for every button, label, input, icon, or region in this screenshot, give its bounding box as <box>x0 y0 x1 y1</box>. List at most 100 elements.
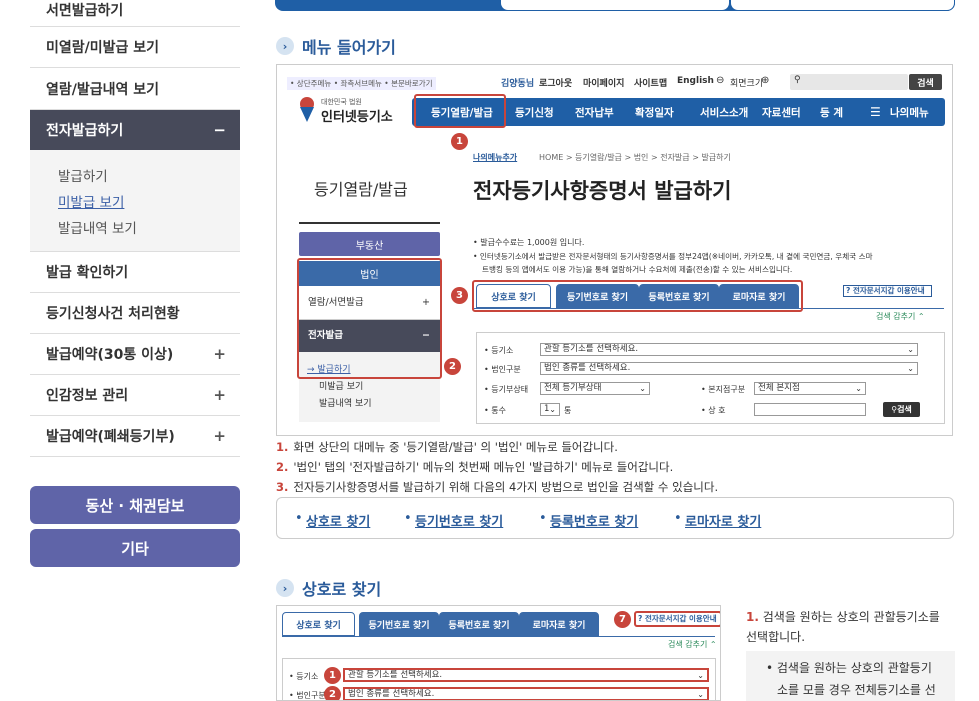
tab-search-regno[interactable]: 등기번호로 찾기 <box>359 612 439 636</box>
submenu-item-issue[interactable]: 발급하기 <box>58 165 108 185</box>
bullet: • <box>539 511 547 526</box>
name-input[interactable] <box>754 403 866 416</box>
nav-item-service[interactable]: 서비스소개 <box>700 105 748 120</box>
office-select[interactable]: 관할 등기소를 선택하세요. ⌄ <box>343 668 709 682</box>
side-sub-unissued[interactable]: 미발급 보기 <box>319 379 363 392</box>
chevron-down-icon: ⌄ <box>639 384 646 393</box>
chevron-down-icon: ⌄ <box>697 671 704 680</box>
sidebar-item-verify[interactable]: 발급 확인하기 <box>30 252 240 293</box>
sidebar-item-history[interactable]: 열람/발급내역 보기 <box>30 68 240 110</box>
select-value: 관할 등기소를 선택하세요. <box>348 670 443 680</box>
step-badge: 1 <box>451 133 468 150</box>
nav-item-payment[interactable]: 전자납부 <box>575 105 614 120</box>
method-link-roman[interactable]: 로마자로 찾기 <box>685 511 761 530</box>
wallet-help-button[interactable]: ? 전자문서지갑 이용안내 <box>843 285 932 297</box>
desc-line-1: 1. 검색을 원하는 상호의 관할등기소를 <box>746 608 940 625</box>
method-link-bizno[interactable]: 등록번호로 찾기 <box>550 511 638 530</box>
branch-select[interactable]: 전체 본지점 ⌄ <box>754 382 866 395</box>
instruction-text: 화면 상단의 대메뉴 중 '등기열람/발급' 의 '법인' 메뉴로 들어갑니다. <box>293 440 618 454</box>
bullet: • <box>674 511 682 526</box>
tab-search-roman[interactable]: 로마자로 찾기 <box>519 612 599 636</box>
hide-search-toggle[interactable]: 검색 감추기 ⌃ <box>668 639 717 650</box>
label-status: • 등기부상태 <box>484 385 529 394</box>
side-sub-history[interactable]: 발급내역 보기 <box>319 396 372 409</box>
page: 서면발급하기 미열람/미발급 보기 열람/발급내역 보기 전자발급하기 − 발급하… <box>0 0 979 701</box>
label-branch: • 본지점구분 <box>701 385 746 394</box>
method-link-name[interactable]: 상호로 찾기 <box>306 511 370 530</box>
corp-type-select[interactable]: 법인 종류를 선택하세요. ⌄ <box>343 687 709 700</box>
nav-item-mymenu[interactable]: 나의메뉴 <box>890 105 929 120</box>
chevron-down-icon: ⌄ <box>697 690 704 699</box>
sidebar-item-unread[interactable]: 미열람/미발급 보기 <box>30 27 240 68</box>
sidebar-item-electronic-issue[interactable]: 전자발급하기 − <box>30 110 240 150</box>
search-button[interactable]: 검색 <box>909 74 942 90</box>
english-link[interactable]: English <box>677 76 714 86</box>
nav-item-stats[interactable]: 등 계 <box>820 105 843 120</box>
zoom-in-icon[interactable]: ⊕ <box>761 75 769 86</box>
etc-button[interactable]: 기타 <box>30 529 240 567</box>
sidebar-submenu: 발급하기 미발급 보기 발급내역 보기 <box>30 150 240 252</box>
instruction-text: 전자등기사항증명서를 발급하기 위해 다음의 4가지 방법으로 법인을 검색할 … <box>293 480 719 494</box>
instruction-3: 3. 전자등기사항증명서를 발급하기 위해 다음의 4가지 방법으로 법인을 검색… <box>276 479 718 495</box>
fee-info: • 발급수수료는 1,000원 입니다. <box>473 238 585 247</box>
sidebar-item-reservation[interactable]: 발급예약(30통 이상) + <box>30 334 240 375</box>
chevron-right-icon: › <box>276 579 294 597</box>
sidebar-item-label: 발급예약(30통 이상) <box>46 347 174 363</box>
method-link-regno[interactable]: 등기번호로 찾기 <box>415 511 503 530</box>
movable-collateral-button[interactable]: 동산 · 채권담보 <box>30 486 240 524</box>
count-select[interactable]: 1 ⌄ <box>540 403 560 416</box>
select-value: 법인 종류를 선택하세요. <box>348 689 435 699</box>
user-name: 김양동님 <box>501 79 535 89</box>
main-title: 전자등기사항증명서 발급하기 <box>473 179 732 203</box>
sidebar-item-label: 미열람/미발급 보기 <box>46 40 160 56</box>
status-select[interactable]: 전체 등기부상태 ⌄ <box>540 382 650 395</box>
divider <box>299 222 440 224</box>
sidebar-item-reservation-closed[interactable]: 발급예약(폐쇄등기부) + <box>30 416 240 457</box>
tab-search-name[interactable]: 상호로 찾기 <box>282 612 355 636</box>
select-value: 법인 종류를 선택하세요. <box>544 363 631 373</box>
tab-search-bizno[interactable]: 등록번호로 찾기 <box>439 612 519 636</box>
top-tab[interactable] <box>500 0 730 11</box>
logout-link[interactable]: 로그아웃 <box>539 76 572 89</box>
expand-icon[interactable]: + <box>213 427 226 445</box>
chevron-down-icon: ⌄ <box>549 405 556 414</box>
corp-type-select[interactable]: 법인 종류를 선택하세요. ⌄ <box>540 362 918 375</box>
submenu-item-unissued[interactable]: 미발급 보기 <box>58 191 124 211</box>
form-search-button[interactable]: ⚲ 검색 <box>883 402 920 417</box>
section-header-menu: › 메뉴 들어가기 <box>276 34 396 58</box>
sidebar-item-written-issue[interactable]: 서면발급하기 <box>30 0 240 27</box>
side-menu-realestate[interactable]: 부동산 <box>299 232 440 256</box>
nav-item-apply[interactable]: 등기신청 <box>515 105 554 120</box>
collapse-icon[interactable]: − <box>213 121 226 139</box>
expand-icon[interactable]: + <box>213 345 226 363</box>
hide-search-toggle[interactable]: 검색 감추기 ⌃ <box>876 311 925 322</box>
top-tab[interactable] <box>730 0 955 11</box>
search-input[interactable]: ⚲ <box>790 74 908 90</box>
step-badge: 3 <box>451 287 468 304</box>
office-select[interactable]: 관할 등기소를 선택하세요. ⌄ <box>540 343 918 356</box>
search-methods-box: • 상호로 찾기 • 등기번호로 찾기 • 등록번호로 찾기 • 로마자로 찾기 <box>276 497 954 539</box>
help-icon: ? <box>638 614 643 623</box>
select-value: 전체 본지점 <box>758 383 800 393</box>
sidebar-item-status[interactable]: 등기신청사건 처리현황 <box>30 293 240 334</box>
nav-item-date[interactable]: 확정일자 <box>635 105 674 120</box>
button-label: 검색 <box>897 405 912 414</box>
highlight-box <box>297 258 442 379</box>
label-corp-type: • 법인구분 <box>484 365 521 374</box>
submenu-item-issue-history[interactable]: 발급내역 보기 <box>58 217 137 237</box>
instruction-2: 2. '법인' 탭의 '전자발급하기' 메뉴의 첫번째 메뉴인 '발급하기' 메뉴… <box>276 459 673 475</box>
chevron-right-icon: › <box>276 37 294 55</box>
zoom-out-icon[interactable]: ⊖ <box>716 75 724 86</box>
zoom-label: 회면크기 <box>730 79 764 89</box>
note-line-1: • 검색을 원하는 상호의 관할등기 <box>766 661 932 675</box>
hamburger-icon[interactable]: ☰ <box>870 105 881 119</box>
add-favorite-link[interactable]: 나의메뉴추가 <box>473 152 517 163</box>
wallet-help-button[interactable]: ? 전자문서지갑 이용안내 <box>634 611 720 627</box>
sidebar-item-seal[interactable]: 인감정보 관리 + <box>30 375 240 416</box>
mypage-link[interactable]: 마이페이지 <box>583 76 624 89</box>
chevron-down-icon: ⌄ <box>855 384 862 393</box>
expand-icon[interactable]: + <box>213 386 226 404</box>
sitemap-link[interactable]: 사이트맵 <box>634 76 667 89</box>
nav-item-data[interactable]: 자료센터 <box>762 105 801 120</box>
label-office: • 등기소 <box>289 672 319 681</box>
